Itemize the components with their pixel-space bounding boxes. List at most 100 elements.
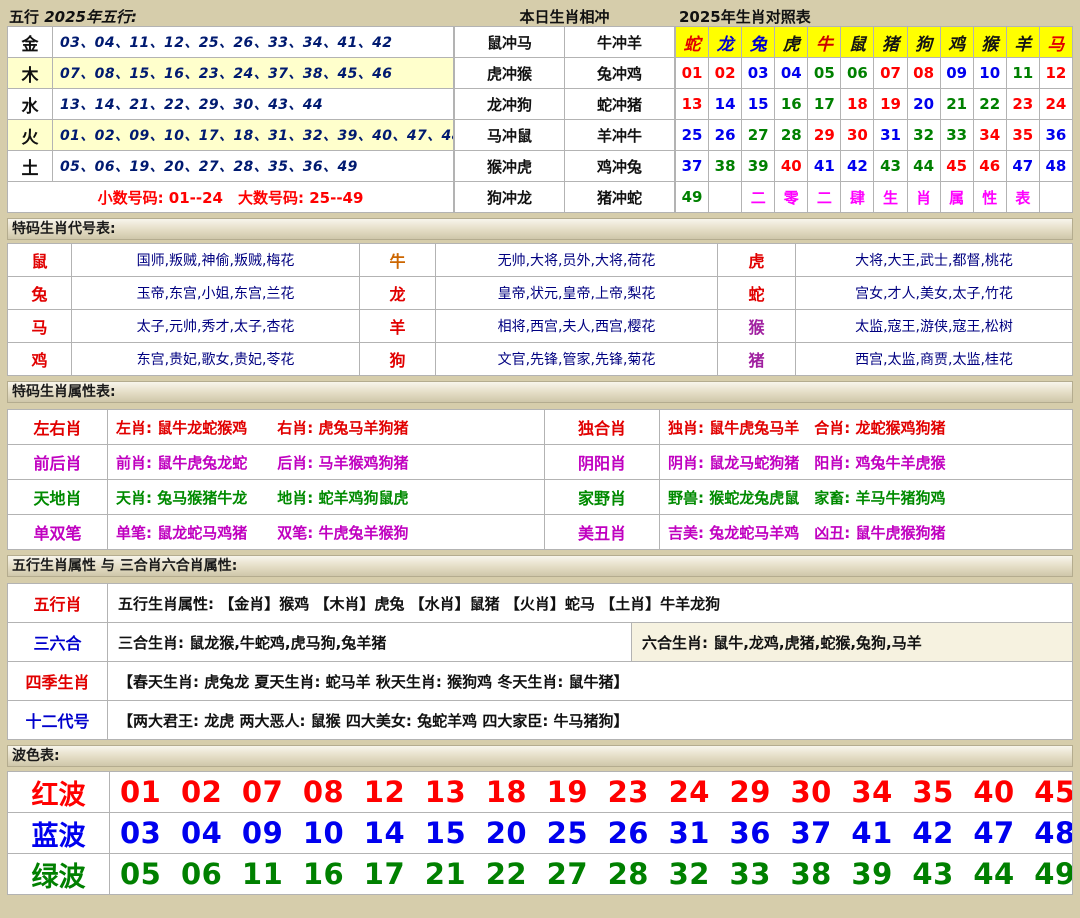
zodiac-chart-title: 2025年生肖对照表 <box>675 6 1073 27</box>
codes-row: 鼠国师,叛贼,神偷,叛贼,梅花牛无帅,大将,员外,大将,荷花虎大将,大王,武士,… <box>8 244 1073 277</box>
wave-label-cell: 红波 <box>8 772 110 813</box>
zodiac-roles-cell: 宫女,才人,美女,太子,竹花 <box>796 277 1073 310</box>
zodiac-footer-cell: 肖 <box>907 182 940 213</box>
clash-cell: 猴冲虎 <box>455 151 565 182</box>
zodiac-number-cell: 12 <box>1039 58 1072 89</box>
element-name-cell: 水 <box>8 89 53 120</box>
zodiac-roles-cell: 皇帝,状元,皇帝,上帝,梨花 <box>436 277 718 310</box>
zodiac-number-cell: 21 <box>940 89 973 120</box>
zodiac-number-row: 010203040506070809101112 <box>676 58 1073 89</box>
zodiac-name-cell: 羊 <box>360 310 436 343</box>
zodiac-header-cell: 龙 <box>709 27 742 58</box>
zodiac-number-cell: 30 <box>841 120 874 151</box>
attr-label-cell: 美丑肖 <box>545 515 660 550</box>
zodiac-number-cell: 13 <box>676 89 709 120</box>
combo-label-cell: 五行肖 <box>8 584 108 623</box>
wave-row: 蓝波03 04 09 10 14 15 20 25 26 31 36 37 41… <box>8 813 1073 854</box>
combo-text-cell: 【两大君王: 龙虎 两大恶人: 鼠猴 四大美女: 兔蛇羊鸡 四大家臣: 牛马猪狗… <box>108 701 1073 740</box>
zodiac-number-cell: 48 <box>1039 151 1072 182</box>
combo-text-cell: 【春天生肖: 虎兔龙 夏天生肖: 蛇马羊 秋天生肖: 猴狗鸡 冬天生肖: 鼠牛猪… <box>108 662 1073 701</box>
zodiac-footer-cell: 二 <box>742 182 775 213</box>
clash-table-title: 本日生肖相冲 <box>454 6 675 27</box>
wave-numbers-cell: 01 02 07 08 12 13 18 19 23 24 29 30 34 3… <box>110 772 1073 813</box>
combo-text-cell: 五行生肖属性: 【金肖】猴鸡 【木肖】虎兔 【水肖】鼠猪 【火肖】蛇马 【土肖】… <box>108 584 1073 623</box>
top-header: 五行 2025年五行: 本日生肖相冲 2025年生肖对照表 <box>7 6 1073 26</box>
zodiac-name-cell: 猴 <box>718 310 796 343</box>
zodiac-header-cell: 羊 <box>1006 27 1039 58</box>
zodiac-number-cell: 46 <box>973 151 1006 182</box>
combos-row: 五行肖五行生肖属性: 【金肖】猴鸡 【木肖】虎兔 【水肖】鼠猪 【火肖】蛇马 【… <box>8 584 1073 623</box>
zodiac-number-cell: 29 <box>808 120 841 151</box>
zodiac-footer-cell: 性 <box>973 182 1006 213</box>
zodiac-number-cell: 24 <box>1039 89 1072 120</box>
clash-row: 虎冲猴兔冲鸡 <box>455 58 675 89</box>
zodiac-number-cell: 02 <box>709 58 742 89</box>
section-header-combos: 五行生肖属性 与 三合肖六合肖属性: <box>7 555 1073 577</box>
clash-cell: 马冲鼠 <box>455 120 565 151</box>
wave-row: 红波01 02 07 08 12 13 18 19 23 24 29 30 34… <box>8 772 1073 813</box>
zodiac-number-cell: 40 <box>775 151 808 182</box>
zodiac-roles-cell: 太监,寇王,游侠,寇王,松树 <box>796 310 1073 343</box>
zodiac-number-cell: 03 <box>742 58 775 89</box>
zodiac-header-cell: 马 <box>1039 27 1072 58</box>
zodiac-number-cell: 37 <box>676 151 709 182</box>
wave-label-cell: 绿波 <box>8 854 110 895</box>
combos-row: 十二代号【两大君王: 龙虎 两大恶人: 鼠猴 四大美女: 兔蛇羊鸡 四大家臣: … <box>8 701 1073 740</box>
zodiac-number-cell: 01 <box>676 58 709 89</box>
zodiac-number-cell: 36 <box>1039 120 1072 151</box>
zodiac-number-row: 373839404142434445464748 <box>676 151 1073 182</box>
zodiac-number-cell: 16 <box>775 89 808 120</box>
clash-row: 龙冲狗蛇冲猪 <box>455 89 675 120</box>
element-numbers-cell: 01、02、09、10、17、18、31、32、39、40、47、48 <box>53 120 454 151</box>
attr-label-cell: 单双笔 <box>8 515 108 550</box>
codes-row: 马太子,元帅,秀才,太子,杏花羊相将,西宫,夫人,西宫,樱花猴太监,寇王,游侠,… <box>8 310 1073 343</box>
zodiac-number-cell: 26 <box>709 120 742 151</box>
zodiac-number-cell: 31 <box>874 120 907 151</box>
zodiac-number-row: 252627282930313233343536 <box>676 120 1073 151</box>
five-elements-title: 五行 2025年五行: <box>7 6 454 27</box>
clash-cell: 鸡冲兔 <box>565 151 675 182</box>
zodiac-number-cell: 42 <box>841 151 874 182</box>
clash-cell: 牛冲羊 <box>565 27 675 58</box>
attr-text-cell: 野兽: 猴蛇龙兔虎鼠 家畜: 羊马牛猪狗鸡 <box>660 480 1073 515</box>
wave-row: 绿波05 06 11 16 17 21 22 27 28 32 33 38 39… <box>8 854 1073 895</box>
page: 五行 2025年五行: 本日生肖相冲 2025年生肖对照表 金03、04、11、… <box>0 0 1080 895</box>
zodiac-roles-cell: 文官,先锋,管家,先锋,菊花 <box>436 343 718 376</box>
codes-row: 兔玉帝,东宫,小姐,东宫,兰花龙皇帝,状元,皇帝,上帝,梨花蛇宫女,才人,美女,… <box>8 277 1073 310</box>
zodiac-number-cell: 47 <box>1006 151 1039 182</box>
zodiac-number-cell: 41 <box>808 151 841 182</box>
zodiac-header-cell: 鸡 <box>940 27 973 58</box>
zodiac-roles-cell: 西宫,太监,商贾,太监,桂花 <box>796 343 1073 376</box>
clash-cell: 猪冲蛇 <box>565 182 675 213</box>
codes-row: 鸡东宫,贵妃,歌女,贵妃,苓花狗文官,先锋,管家,先锋,菊花猪西宫,太监,商贾,… <box>8 343 1073 376</box>
top-tables: 金03、04、11、12、25、26、33、34、41、42木07、08、15、… <box>7 26 1073 213</box>
clash-cell: 虎冲猴 <box>455 58 565 89</box>
zodiac-roles-cell: 大将,大王,武士,都督,桃花 <box>796 244 1073 277</box>
five-elements-title-year: 2025年五行: <box>44 8 137 26</box>
wave-label-cell: 蓝波 <box>8 813 110 854</box>
zodiac-roles-cell: 国师,叛贼,神偷,叛贼,梅花 <box>72 244 360 277</box>
attrs-row: 左右肖左肖: 鼠牛龙蛇猴鸡 右肖: 虎兔马羊狗猪独合肖独肖: 鼠牛虎兔马羊 合肖… <box>8 410 1073 445</box>
attr-text-cell: 吉美: 兔龙蛇马羊鸡 凶丑: 鼠牛虎猴狗猪 <box>660 515 1073 550</box>
zodiac-clash-table: 鼠冲马牛冲羊虎冲猴兔冲鸡龙冲狗蛇冲猪马冲鼠羊冲牛猴冲虎鸡冲兔狗冲龙猪冲蛇 <box>454 26 675 213</box>
zodiac-footer-cell: 生 <box>874 182 907 213</box>
zodiac-number-cell: 18 <box>841 89 874 120</box>
attr-label-cell: 阴阳肖 <box>545 445 660 480</box>
clash-cell: 兔冲鸡 <box>565 58 675 89</box>
five-element-row: 木07、08、15、16、23、24、37、38、45、46 <box>8 58 454 89</box>
clash-cell: 龙冲狗 <box>455 89 565 120</box>
attr-label-cell: 前后肖 <box>8 445 108 480</box>
zodiac-number-cell: 09 <box>940 58 973 89</box>
zodiac-footer-cell <box>1039 182 1072 213</box>
zodiac-footer-row: 49二零二肆生肖属性表 <box>676 182 1073 213</box>
attr-text-cell: 单笔: 鼠龙蛇马鸡猪 双笔: 牛虎兔羊猴狗 <box>108 515 545 550</box>
zodiac-number-cell: 20 <box>907 89 940 120</box>
zodiac-number-cell: 17 <box>808 89 841 120</box>
element-numbers-cell: 03、04、11、12、25、26、33、34、41、42 <box>53 27 454 58</box>
zodiac-number-cell: 19 <box>874 89 907 120</box>
attr-label-cell: 独合肖 <box>545 410 660 445</box>
zodiac-name-cell: 龙 <box>360 277 436 310</box>
five-element-row: 火01、02、09、10、17、18、31、32、39、40、47、48 <box>8 120 454 151</box>
clash-row: 马冲鼠羊冲牛 <box>455 120 675 151</box>
zodiac-header-cell: 鼠 <box>841 27 874 58</box>
